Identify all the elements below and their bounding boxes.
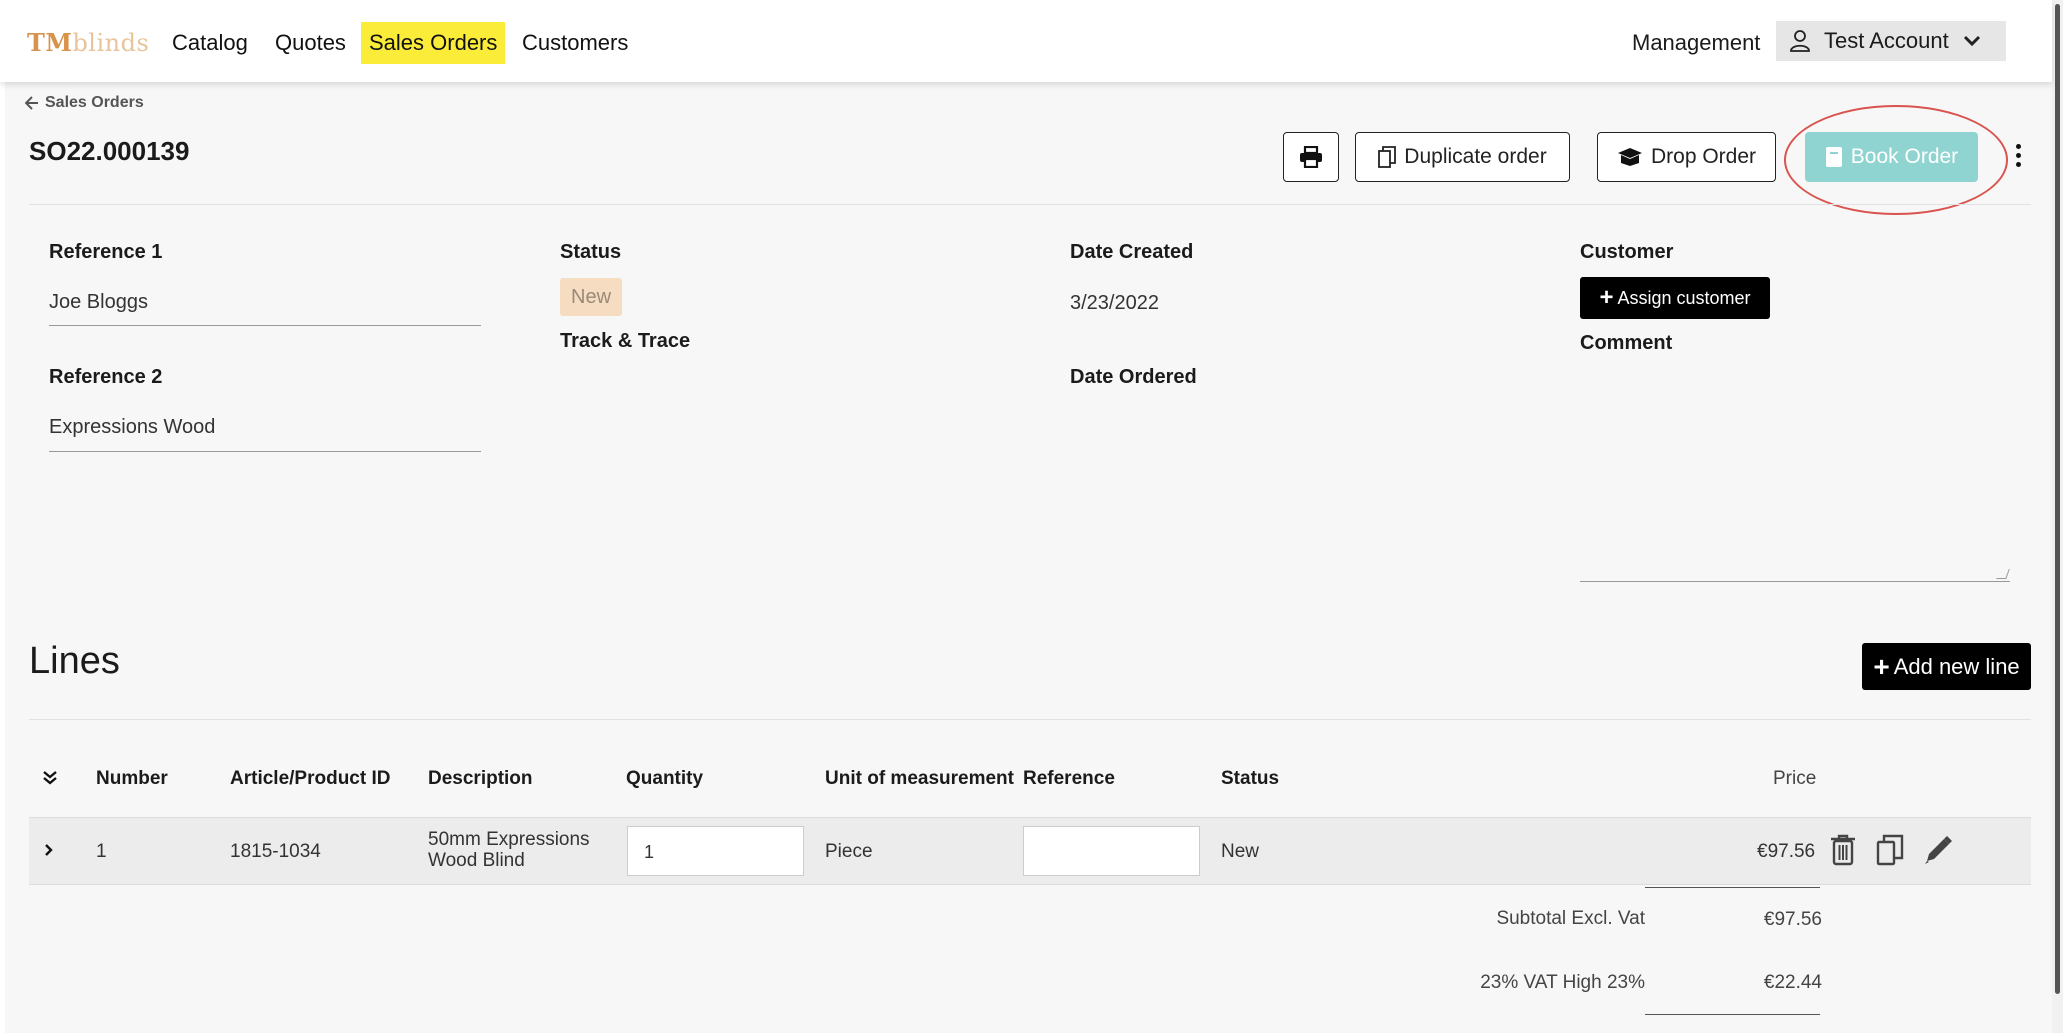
reference2-field[interactable]: Expressions Wood <box>49 416 215 439</box>
subtotal-value: €97.56 <box>1763 909 1822 930</box>
resize-handle-icon[interactable] <box>1996 569 2010 579</box>
assign-customer-button[interactable]: + Assign customer <box>1580 277 1770 319</box>
account-menu[interactable]: Test Account <box>1776 21 2006 61</box>
col-article: Article/Product ID <box>230 768 391 789</box>
box-open-icon <box>1617 148 1642 166</box>
chevron-right-icon[interactable] <box>44 843 54 857</box>
row-article: 1815-1034 <box>230 841 321 862</box>
nav-management[interactable]: Management <box>1632 22 1760 64</box>
add-new-line-button[interactable]: + Add new line <box>1862 643 2031 690</box>
customer-label: Customer <box>1580 241 1674 263</box>
row-number: 1 <box>96 841 107 862</box>
col-quantity: Quantity <box>626 768 704 789</box>
lines-title: Lines <box>29 640 120 682</box>
chevron-down-icon <box>1963 35 1980 47</box>
user-icon <box>1790 30 1810 52</box>
reference2-underline <box>49 451 481 452</box>
trash-icon[interactable] <box>1830 834 1856 866</box>
status-badge: New <box>560 278 623 316</box>
top-navbar: TMblinds Catalog Quotes Sales Orders Cus… <box>0 0 2052 82</box>
comment-textarea[interactable] <box>1580 352 2010 582</box>
annotation-ring <box>1784 105 2008 215</box>
header-divider <box>29 204 2031 205</box>
row-description: 50mm Expressions Wood Blind <box>428 829 590 871</box>
reference-input[interactable] <box>1023 826 1200 876</box>
col-status: Status <box>1221 768 1280 789</box>
copy-icon <box>1378 146 1397 168</box>
plus-icon: + <box>1599 284 1614 311</box>
lines-divider <box>29 719 2031 720</box>
col-number: Number <box>96 768 168 789</box>
subtotal-top-rule <box>1645 887 1820 888</box>
back-link[interactable]: Sales Orders <box>25 94 144 112</box>
plus-icon: + <box>1873 650 1890 682</box>
status-label: Status <box>560 241 622 263</box>
nav-customers[interactable]: Customers <box>514 22 636 64</box>
track-trace-label: Track & Trace <box>560 330 691 352</box>
vat-label: 23% VAT High 23% <box>1480 972 1645 993</box>
scrollbar-thumb[interactable] <box>2055 4 2060 994</box>
reference2-label: Reference 2 <box>49 366 163 388</box>
arrow-left-icon <box>25 96 38 110</box>
drop-order-button[interactable]: Drop Order <box>1597 132 1776 182</box>
duplicate-order-button[interactable]: Duplicate order <box>1355 132 1570 182</box>
subtotal-label: Subtotal Excl. Vat <box>1496 908 1645 929</box>
col-reference: Reference <box>1023 768 1115 789</box>
col-price: Price <box>1773 768 1817 789</box>
nav-sales-orders[interactable]: Sales Orders <box>361 22 506 64</box>
reference1-underline <box>49 325 481 326</box>
quantity-input[interactable]: 1 <box>627 826 804 876</box>
reference1-label: Reference 1 <box>49 241 163 263</box>
date-created-value: 3/23/2022 <box>1070 292 1159 314</box>
row-price: €97.56 <box>1757 841 1816 862</box>
copy-icon[interactable] <box>1876 834 1904 866</box>
col-description: Description <box>428 768 533 789</box>
total-bottom-rule <box>1645 1014 1820 1015</box>
col-unit: Unit of measurement <box>825 768 1014 789</box>
brand-logo[interactable]: TMblinds <box>27 28 149 57</box>
page-title: SO22.000139 <box>29 136 190 166</box>
nav-quotes[interactable]: Quotes <box>267 22 354 64</box>
print-icon <box>1300 146 1322 168</box>
vat-value: €22.44 <box>1763 972 1822 993</box>
account-name: Test Account <box>1824 28 1949 53</box>
print-button[interactable] <box>1283 132 1339 182</box>
more-options-icon[interactable] <box>2013 144 2023 170</box>
row-status: New <box>1221 841 1260 862</box>
scrollbar[interactable] <box>2052 0 2063 1033</box>
row-unit: Piece <box>825 841 873 862</box>
date-created-label: Date Created <box>1070 241 1194 263</box>
reference1-field[interactable]: Joe Bloggs <box>49 291 148 314</box>
nav-catalog[interactable]: Catalog <box>164 22 256 64</box>
chevron-double-down-icon[interactable] <box>42 770 58 786</box>
pencil-icon[interactable] <box>1922 834 1954 866</box>
date-ordered-label: Date Ordered <box>1070 366 1197 388</box>
